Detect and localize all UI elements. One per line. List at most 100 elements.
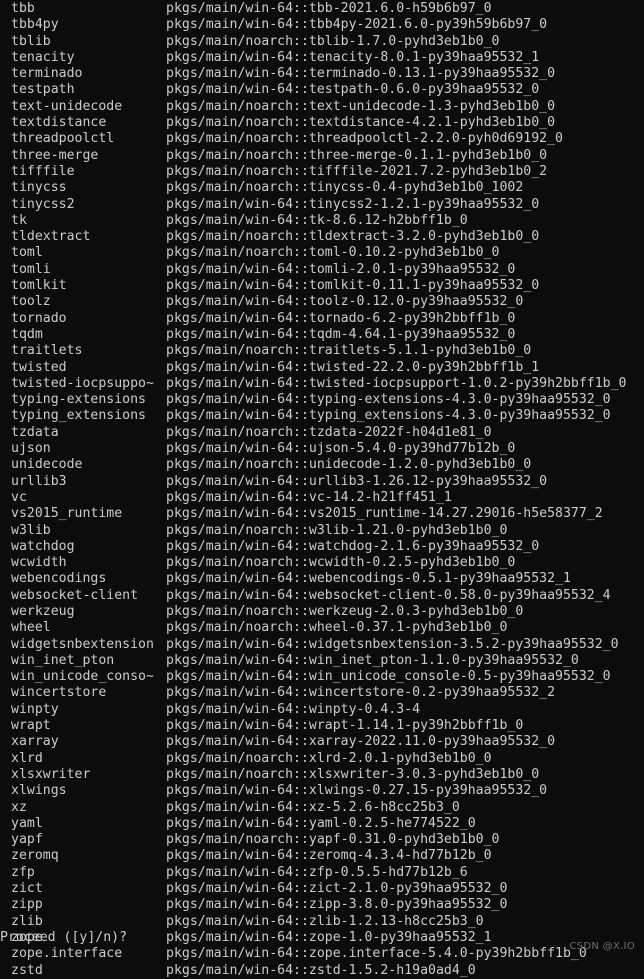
package-name: traitlets [11, 343, 83, 359]
package-row: zeromq pkgs/main/win-64::zeromq-4.3.4-hd7… [0, 848, 644, 864]
package-name: toml [11, 245, 43, 261]
package-name: win_unicode_conso~ [11, 669, 154, 685]
package-name: zeromq [11, 848, 59, 864]
package-row: tldextract pkgs/main/noarch::tldextract-3… [0, 229, 644, 245]
package-row: xz pkgs/main/win-64::xz-5.2.6-h8cc25b3_0 [0, 800, 644, 816]
package-row: winpty pkgs/main/win-64::winpty-0.4.3-4 [0, 702, 644, 718]
package-row: zope.interface pkgs/main/win-64::zope.int… [0, 946, 644, 962]
package-spec: pkgs/main/noarch::tifffile-2021.7.2-pyhd… [166, 163, 548, 179]
package-row: tzdata pkgs/main/noarch::tzdata-2022f-h04… [0, 425, 644, 441]
package-spec: pkgs/main/win-64::vs2015_runtime-14.27.2… [166, 506, 603, 522]
package-spec: pkgs/main/noarch::text-unidecode-1.3-pyh… [166, 98, 556, 114]
package-row: xlrd pkgs/main/noarch::xlrd-2.0.1-pyhd3eb… [0, 751, 644, 767]
package-spec: pkgs/main/win-64::widgetsnbextension-3.5… [166, 636, 619, 652]
package-name: tk [11, 212, 27, 228]
package-spec: pkgs/main/noarch::toml-0.10.2-pyhd3eb1b0… [166, 245, 500, 261]
package-spec: pkgs/main/win-64::win_inet_pton-1.1.0-py… [166, 652, 579, 668]
package-name: xlsxwriter [11, 766, 91, 782]
package-spec: pkgs/main/noarch::threadpoolctl-2.2.0-py… [166, 131, 563, 147]
package-row: zfp pkgs/main/win-64::zfp-0.5.5-hd77b12b_… [0, 865, 644, 881]
package-name: urllib3 [11, 473, 67, 489]
package-row: wheel pkgs/main/noarch::wheel-0.37.1-pyhd… [0, 620, 644, 636]
proceed-prompt[interactable]: Proceed ([y]/n)? [0, 930, 127, 946]
package-name: typing-extensions [11, 392, 146, 408]
package-spec: pkgs/main/win-64::zope.interface-5.4.0-p… [166, 946, 587, 962]
package-row: wcwidth pkgs/main/noarch::wcwidth-0.2.5-p… [0, 555, 644, 571]
package-row: widgetsnbextension pkgs/main/win-64::widg… [0, 637, 644, 653]
package-name: zfp [11, 864, 35, 880]
package-spec: pkgs/main/win-64::tomli-2.0.1-py39haa955… [166, 261, 516, 277]
package-row: websocket-client pkgs/main/win-64::websoc… [0, 588, 644, 604]
package-row: tifffile pkgs/main/noarch::tifffile-2021.… [0, 164, 644, 180]
package-row: tenacity pkgs/main/win-64::tenacity-8.0.1… [0, 50, 644, 66]
package-spec: pkgs/main/win-64::tqdm-4.64.1-py39haa955… [166, 326, 516, 342]
package-spec: pkgs/main/win-64::websocket-client-0.58.… [166, 587, 611, 603]
package-spec: pkgs/main/win-64::zope-1.0-py39haa95532_… [166, 929, 492, 945]
package-row: toml pkgs/main/noarch::toml-0.10.2-pyhd3e… [0, 245, 644, 261]
package-name: tornado [11, 310, 67, 326]
package-name: terminado [11, 66, 83, 82]
package-spec: pkgs/main/win-64::ujson-5.4.0-py39hd77b1… [166, 441, 516, 457]
package-row: ujson pkgs/main/win-64::ujson-5.4.0-py39h… [0, 441, 644, 457]
package-spec: pkgs/main/noarch::wheel-0.37.1-pyhd3eb1b… [166, 620, 508, 636]
package-name: tomli [11, 261, 51, 277]
package-row: typing_extensions pkgs/main/win-64::typin… [0, 408, 644, 424]
package-spec: pkgs/main/win-64::winpty-0.4.3-4 [166, 701, 421, 717]
package-spec: pkgs/main/win-64::typing-extensions-4.3.… [166, 392, 611, 408]
package-spec: pkgs/main/win-64::tbb4py-2021.6.0-py39h5… [166, 17, 548, 33]
package-row: werkzeug pkgs/main/noarch::werkzeug-2.0.3… [0, 604, 644, 620]
package-name: zict [11, 881, 43, 897]
package-spec: pkgs/main/win-64::zipp-3.8.0-py39haa9553… [166, 897, 508, 913]
package-row: terminado pkgs/main/win-64::terminado-0.1… [0, 66, 644, 82]
package-row: tornado pkgs/main/win-64::tornado-6.2-py3… [0, 311, 644, 327]
package-name: vc [11, 489, 27, 505]
package-row: vs2015_runtime pkgs/main/win-64::vs2015_r… [0, 506, 644, 522]
package-row: urllib3 pkgs/main/win-64::urllib3-1.26.12… [0, 474, 644, 490]
package-name: webencodings [11, 571, 107, 587]
package-name: zope.interface [11, 946, 123, 962]
package-row: wincertstore pkgs/main/win-64::wincertsto… [0, 685, 644, 701]
package-spec: pkgs/main/win-64::tbb-2021.6.0-h59b6b97_… [166, 1, 492, 16]
package-row: text-unidecode pkgs/main/noarch::text-uni… [0, 99, 644, 115]
package-name: xz [11, 799, 27, 815]
package-name: tldextract [11, 229, 91, 245]
package-spec: pkgs/main/win-64::testpath-0.6.0-py39haa… [166, 82, 540, 98]
package-spec: pkgs/main/win-64::zfp-0.5.5-hd77b12b_6 [166, 864, 468, 880]
package-spec: pkgs/main/noarch::w3lib-1.21.0-pyhd3eb1b… [166, 522, 508, 538]
package-name: winpty [11, 701, 59, 717]
package-row: traitlets pkgs/main/noarch::traitlets-5.1… [0, 343, 644, 359]
package-name: vs2015_runtime [11, 506, 123, 522]
package-name: toolz [11, 294, 51, 310]
package-spec: pkgs/main/win-64::terminado-0.13.1-py39h… [166, 66, 556, 82]
package-spec: pkgs/main/noarch::three-merge-0.1.1-pyhd… [166, 147, 548, 163]
package-row: webencodings pkgs/main/win-64::webencodin… [0, 571, 644, 587]
package-row: tomlkit pkgs/main/win-64::tomlkit-0.11.1-… [0, 278, 644, 294]
package-row: w3lib pkgs/main/noarch::w3lib-1.21.0-pyhd… [0, 523, 644, 539]
package-name: typing_extensions [11, 408, 146, 424]
package-name: w3lib [11, 522, 51, 538]
package-spec: pkgs/main/win-64::webencodings-0.5.1-py3… [166, 571, 571, 587]
package-spec: pkgs/main/noarch::tldextract-3.2.0-pyhd3… [166, 229, 540, 245]
package-row: xlwings pkgs/main/win-64::xlwings-0.27.15… [0, 783, 644, 799]
package-name: werkzeug [11, 603, 75, 619]
package-row: yapf pkgs/main/noarch::yapf-0.31.0-pyhd3e… [0, 832, 644, 848]
package-row: textdistance pkgs/main/noarch::textdistan… [0, 115, 644, 131]
terminal-window[interactable]: tbb pkgs/main/win-64::tbb-2021.6.0-h59b6b… [0, 0, 644, 978]
package-row: toolz pkgs/main/win-64::toolz-0.12.0-py39… [0, 294, 644, 310]
package-spec: pkgs/main/noarch::xlsxwriter-3.0.3-pyhd3… [166, 766, 540, 782]
package-name: websocket-client [11, 587, 139, 603]
package-name: win_inet_pton [11, 652, 115, 668]
package-row: testpath pkgs/main/win-64::testpath-0.6.0… [0, 82, 644, 98]
package-spec: pkgs/main/win-64::tk-8.6.12-h2bbff1b_0 [166, 212, 468, 228]
package-spec: pkgs/main/win-64::zeromq-4.3.4-hd77b12b_… [166, 848, 492, 864]
package-row: typing-extensions pkgs/main/win-64::typin… [0, 392, 644, 408]
package-spec: pkgs/main/win-64::wrapt-1.14.1-py39h2bbf… [166, 718, 524, 734]
package-name: wcwidth [11, 555, 67, 571]
package-row: zipp pkgs/main/win-64::zipp-3.8.0-py39haa… [0, 897, 644, 913]
package-row: yaml pkgs/main/win-64::yaml-0.2.5-he77452… [0, 816, 644, 832]
package-name: tblib [11, 33, 51, 49]
package-spec: pkgs/main/win-64::xlwings-0.27.15-py39ha… [166, 783, 548, 799]
package-spec: pkgs/main/noarch::xlrd-2.0.1-pyhd3eb1b0_… [166, 750, 492, 766]
package-name: tenacity [11, 49, 75, 65]
package-name: tbb4py [11, 17, 59, 33]
